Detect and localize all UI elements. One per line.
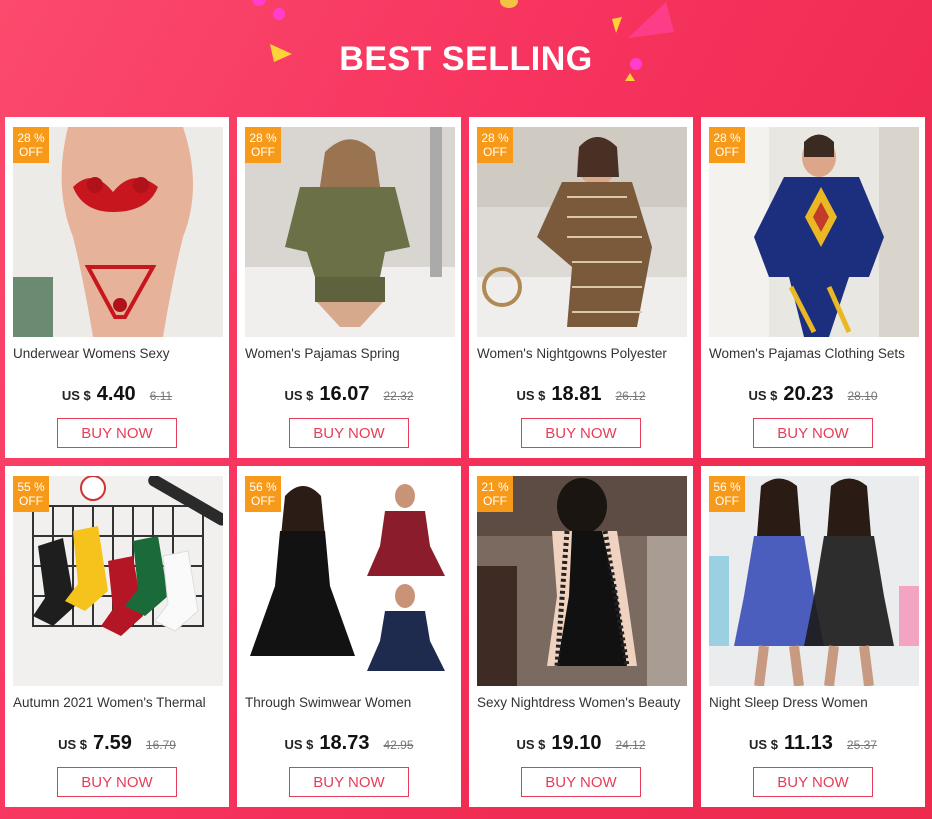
currency-label: US $ [749, 737, 778, 752]
product-grid: 28 % OFF Underwear Womens Sexy US $ 4.40 6… [5, 117, 927, 812]
buy-now-button[interactable]: BUY NOW [289, 418, 409, 448]
currency-label: US $ [61, 388, 91, 403]
discount-percent: 56 % [713, 480, 741, 494]
discount-off-label: OFF [715, 494, 739, 508]
buy-now-button[interactable]: BUY NOW [521, 418, 641, 448]
discount-badge: 21 % OFF [477, 476, 513, 512]
buy-now-button[interactable]: BUY NOW [57, 767, 177, 797]
product-name[interactable]: Women's Pajamas Spring [245, 346, 457, 361]
banner-header: BEST SELLING [0, 0, 932, 118]
original-price: 6.11 [149, 389, 173, 403]
currency-label: US $ [284, 737, 314, 752]
discount-off-label: OFF [483, 494, 507, 508]
product-name[interactable]: Through Swimwear Women [245, 695, 457, 710]
sale-price: 19.10 [551, 732, 602, 754]
buy-now-button[interactable]: BUY NOW [753, 418, 873, 448]
price-row: US $ 16.07 22.32 [237, 383, 461, 406]
discount-percent: 56 % [249, 480, 277, 494]
price-row: US $ 4.40 6.11 [5, 383, 229, 406]
price-row: US $ 20.23 28.10 [701, 383, 925, 406]
price-row: US $ 18.81 26.12 [469, 383, 693, 406]
original-price: 24.12 [615, 738, 646, 752]
buy-now-button[interactable]: BUY NOW [753, 767, 873, 797]
price-row: US $ 18.73 42.95 [237, 732, 461, 755]
sale-price: 20.23 [783, 383, 834, 405]
discount-off-label: OFF [19, 494, 43, 508]
product-card[interactable]: 55 % OFF Autumn 2021 Women's Thermal US … [5, 466, 229, 807]
sale-price: 7.59 [92, 732, 132, 754]
price-row: US $ 19.10 24.12 [469, 732, 693, 755]
original-price: 25.37 [846, 738, 877, 752]
discount-off-label: OFF [715, 145, 739, 159]
product-name[interactable]: Women's Nightgowns Polyester [477, 346, 689, 361]
product-name[interactable]: Night Sleep Dress Women [709, 695, 921, 710]
product-card[interactable]: 28 % OFF Women's Pajamas Clothing Sets U… [701, 117, 925, 458]
discount-percent: 21 % [481, 480, 509, 494]
original-price: 42.95 [383, 738, 414, 752]
price-row: US $ 11.13 25.37 [701, 732, 925, 755]
discount-off-label: OFF [19, 145, 43, 159]
currency-label: US $ [748, 388, 778, 403]
sale-price: 18.73 [319, 732, 370, 754]
product-card[interactable]: 56 % OFF Night Sleep Dress Women US $ 11.… [701, 466, 925, 807]
currency-label: US $ [516, 388, 546, 403]
coin-icon [500, 0, 518, 8]
product-name[interactable]: Autumn 2021 Women's Thermal [13, 695, 225, 710]
discount-badge: 28 % OFF [477, 127, 513, 163]
discount-percent: 55 % [17, 480, 45, 494]
original-price: 16.79 [145, 738, 176, 752]
discount-badge: 28 % OFF [245, 127, 281, 163]
product-name[interactable]: Sexy Nightdress Women's Beauty [477, 695, 689, 710]
discount-percent: 28 % [713, 131, 741, 145]
discount-off-label: OFF [251, 494, 275, 508]
sale-price: 4.40 [96, 383, 136, 405]
discount-percent: 28 % [249, 131, 277, 145]
product-name[interactable]: Women's Pajamas Clothing Sets [709, 346, 921, 361]
product-card[interactable]: 28 % OFF Underwear Womens Sexy US $ 4.40 6… [5, 117, 229, 458]
sale-price: 11.13 [783, 732, 833, 754]
discount-badge: 56 % OFF [709, 476, 745, 512]
discount-percent: 28 % [481, 131, 509, 145]
product-card[interactable]: 28 % OFF Women's Pajamas Spring US $ 16.0… [237, 117, 461, 458]
sale-price: 16.07 [319, 383, 370, 405]
discount-off-label: OFF [483, 145, 507, 159]
discount-percent: 28 % [17, 131, 45, 145]
original-price: 26.12 [615, 389, 646, 403]
original-price: 22.32 [383, 389, 414, 403]
product-card[interactable]: 56 % OFF Through Swimwear Women US $ 18.7… [237, 466, 461, 807]
discount-badge: 55 % OFF [13, 476, 49, 512]
discount-off-label: OFF [251, 145, 275, 159]
confetti-dot [252, 0, 266, 6]
page-title: BEST SELLING [339, 40, 593, 78]
sale-price: 18.81 [551, 383, 602, 405]
price-row: US $ 7.59 16.79 [5, 732, 229, 755]
product-card[interactable]: 21 % OFF Sexy Nightdress Women's Beauty … [469, 466, 693, 807]
discount-badge: 56 % OFF [245, 476, 281, 512]
buy-now-button[interactable]: BUY NOW [289, 767, 409, 797]
currency-label: US $ [284, 388, 314, 403]
currency-label: US $ [516, 737, 546, 752]
product-card[interactable]: 28 % OFF Women's Nightgowns Polyester US… [469, 117, 693, 458]
buy-now-button[interactable]: BUY NOW [57, 418, 177, 448]
currency-label: US $ [58, 737, 87, 752]
discount-badge: 28 % OFF [709, 127, 745, 163]
original-price: 28.10 [847, 389, 878, 403]
buy-now-button[interactable]: BUY NOW [521, 767, 641, 797]
discount-badge: 28 % OFF [13, 127, 49, 163]
confetti-dot [273, 8, 285, 20]
product-name[interactable]: Underwear Womens Sexy [13, 346, 225, 361]
